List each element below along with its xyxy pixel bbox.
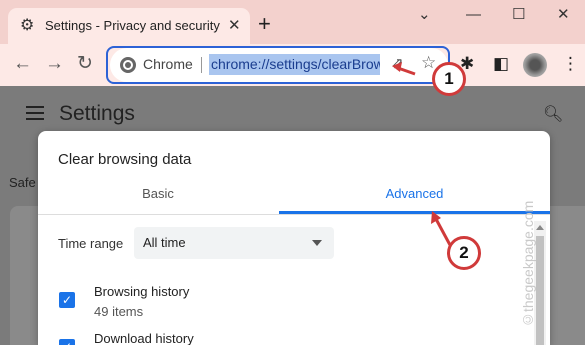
tab-basic[interactable]: Basic xyxy=(38,181,278,213)
tab-settings[interactable]: ⚙ Settings - Privacy and security ✕ xyxy=(8,8,250,44)
maximize-button[interactable]: ☐ xyxy=(512,6,525,24)
tab-title: Settings - Privacy and security xyxy=(45,18,220,33)
annotation-badge-2: 2 xyxy=(447,236,481,270)
browser-toolbar: ← → ↻ Chrome chrome://settings/clearBrow… xyxy=(0,44,585,86)
dropdown-arrow-icon xyxy=(312,240,322,246)
tab-close-icon[interactable]: ✕ xyxy=(228,17,241,35)
time-range-label: Time range xyxy=(58,236,124,251)
section-heading: Safe xyxy=(9,175,36,190)
page-title: Settings xyxy=(59,102,135,125)
gear-icon: ⚙ xyxy=(20,17,35,34)
dialog-title: Clear browsing data xyxy=(58,151,192,168)
download-history-checkbox[interactable]: ✓ xyxy=(59,339,75,345)
new-tab-button[interactable]: + xyxy=(258,13,271,35)
close-window-button[interactable]: ✕ xyxy=(557,6,570,24)
reload-icon[interactable]: ↻ xyxy=(77,53,93,75)
hamburger-icon[interactable] xyxy=(26,106,44,120)
scroll-up-icon[interactable] xyxy=(536,225,544,230)
watermark: ©thegeekpage.com xyxy=(520,200,536,328)
background-card-right xyxy=(549,206,585,345)
browsing-history-count: 49 items xyxy=(94,304,144,319)
browsing-history-checkbox[interactable]: ✓ xyxy=(59,292,75,308)
background-card xyxy=(10,206,40,345)
minimize-button[interactable]: — xyxy=(466,6,481,24)
address-bar-highlight xyxy=(106,46,450,84)
search-icon[interactable]: 🔍︎ xyxy=(543,104,563,124)
scroll-thumb[interactable] xyxy=(536,236,544,345)
annotation-badge-1: 1 xyxy=(432,62,466,96)
forward-arrow-icon[interactable]: → xyxy=(45,53,64,75)
back-arrow-icon[interactable]: ← xyxy=(13,53,32,75)
menu-icon[interactable]: ⋮ xyxy=(562,54,579,74)
chevron-down-icon[interactable]: ⌄ xyxy=(418,6,431,24)
download-history-title: Download history xyxy=(94,331,194,345)
time-range-value: All time xyxy=(143,235,186,250)
tab-advanced[interactable]: Advanced xyxy=(279,181,550,213)
tabs-divider xyxy=(38,214,550,215)
sidepanel-icon[interactable]: ◧ xyxy=(493,54,509,74)
time-range-select[interactable]: All time xyxy=(134,227,334,259)
avatar[interactable] xyxy=(523,53,547,77)
title-bar: ⚙ Settings - Privacy and security ✕ + ⌄ … xyxy=(0,0,585,44)
browsing-history-title: Browsing history xyxy=(94,284,190,299)
